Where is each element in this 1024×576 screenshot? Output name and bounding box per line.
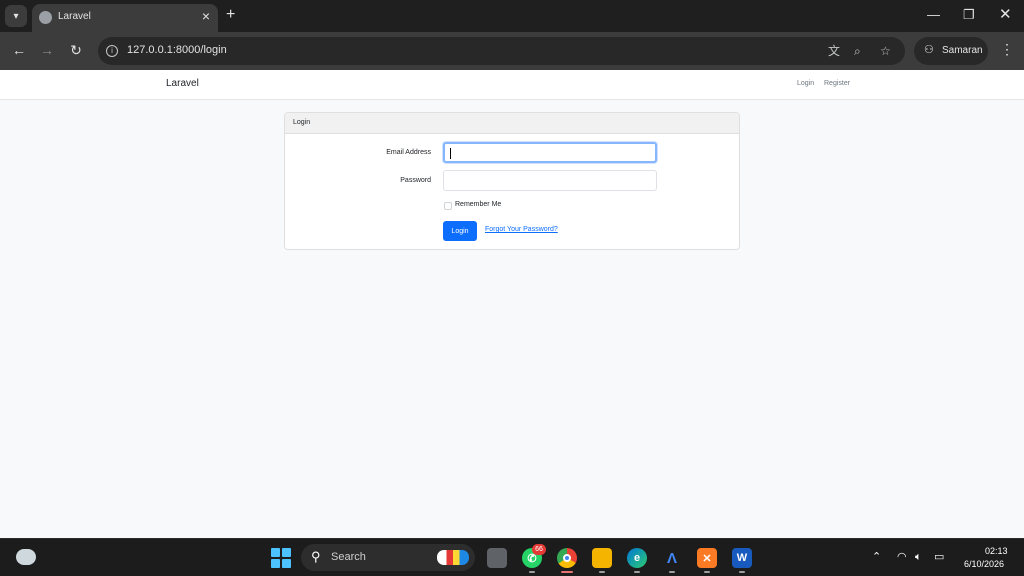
window-close-icon[interactable]: ✕	[999, 6, 1012, 24]
translate-icon[interactable]: 文	[828, 43, 840, 59]
search-label: Search	[331, 551, 366, 563]
address-bar[interactable]: i 127.0.0.1:8000/login 文 ⌕ ☆	[98, 37, 905, 65]
running-indicator	[739, 571, 745, 573]
url-text[interactable]: 127.0.0.1:8000/login	[127, 44, 227, 56]
notification-badge: 66	[532, 544, 546, 555]
nav-register-link[interactable]: Register	[824, 80, 850, 87]
minimize-icon[interactable]: —	[927, 6, 940, 24]
chevron-down-icon[interactable]: ▾	[5, 5, 27, 27]
search-icon: ⚲	[311, 549, 321, 564]
browser-toolbar: ← → ↻ i 127.0.0.1:8000/login 文 ⌕ ☆ ⚇ Sam…	[0, 32, 1024, 70]
forward-arrow-icon[interactable]: →	[38, 41, 56, 59]
navbar-brand[interactable]: Laravel	[166, 78, 199, 89]
taskbar-search[interactable]: ⚲ Search	[301, 544, 475, 571]
running-indicator	[634, 571, 640, 573]
close-icon[interactable]: ×	[202, 8, 210, 24]
active-indicator	[561, 571, 573, 573]
chrome-icon[interactable]	[557, 548, 577, 568]
clock-date[interactable]: 6/10/2026	[964, 559, 1004, 569]
incognito-icon: ⚇	[924, 44, 934, 56]
plus-icon[interactable]: +	[226, 6, 235, 24]
remember-me-checkbox[interactable]	[444, 202, 452, 210]
text-caret	[450, 148, 451, 159]
battery-icon[interactable]: ▭	[934, 550, 944, 564]
card-header: Login	[285, 113, 739, 134]
volume-icon[interactable]: 🔈︎	[915, 550, 922, 564]
word-icon[interactable]: W	[732, 548, 752, 568]
info-icon[interactable]: i	[106, 45, 118, 57]
app-navbar: Laravel Login Register	[0, 70, 1024, 100]
email-label: Email Address	[386, 149, 431, 156]
tab-title: Laravel	[58, 11, 91, 22]
password-label: Password	[400, 177, 431, 184]
wifi-icon[interactable]: ◠	[897, 550, 907, 564]
task-view-icon[interactable]	[487, 548, 507, 568]
start-icon[interactable]	[271, 548, 291, 568]
globe-icon	[39, 11, 52, 24]
reload-icon[interactable]: ↻	[67, 41, 85, 59]
profile-name: Samaran	[942, 45, 983, 56]
clock-time[interactable]: 02:13	[985, 546, 1008, 556]
forgot-password-link[interactable]: Forgot Your Password?	[485, 226, 558, 233]
back-arrow-icon[interactable]: ←	[10, 41, 28, 59]
nav-login-link[interactable]: Login	[797, 80, 814, 87]
search-highlight-icon	[437, 550, 469, 565]
running-indicator	[599, 571, 605, 573]
browser-tab[interactable]: Laravel ×	[32, 4, 218, 32]
running-indicator	[669, 571, 675, 573]
edge-icon[interactable]: e	[627, 548, 647, 568]
email-field[interactable]	[443, 142, 657, 163]
card-title: Login	[293, 119, 311, 126]
taskbar: ⚲ Search ✆ 66 e Λ ✕ W ⌃ ◠ 🔈︎ ▭ 02:13 6/1…	[0, 538, 1024, 576]
profile-chip[interactable]: ⚇ Samaran	[914, 37, 988, 65]
browser-tab-strip: ▾ Laravel × + — ❐ ✕	[0, 0, 1024, 32]
running-indicator	[529, 571, 535, 573]
android-studio-icon[interactable]: Λ	[662, 548, 682, 568]
restore-icon[interactable]: ❐	[963, 6, 975, 24]
login-card: Login Email Address Password Remember Me…	[284, 112, 740, 250]
password-field[interactable]	[443, 170, 657, 191]
xampp-icon[interactable]: ✕	[697, 548, 717, 568]
weather-icon[interactable]	[16, 549, 36, 565]
running-indicator	[704, 571, 710, 573]
remember-me-label[interactable]: Remember Me	[455, 201, 501, 208]
star-icon[interactable]: ☆	[880, 43, 891, 59]
login-button[interactable]: Login	[443, 221, 477, 241]
zoom-icon[interactable]: ⌕	[854, 43, 861, 59]
kebab-menu-icon[interactable]: ⋮	[1000, 40, 1014, 58]
file-explorer-icon[interactable]	[592, 548, 612, 568]
chevron-up-icon[interactable]: ⌃	[872, 550, 881, 564]
